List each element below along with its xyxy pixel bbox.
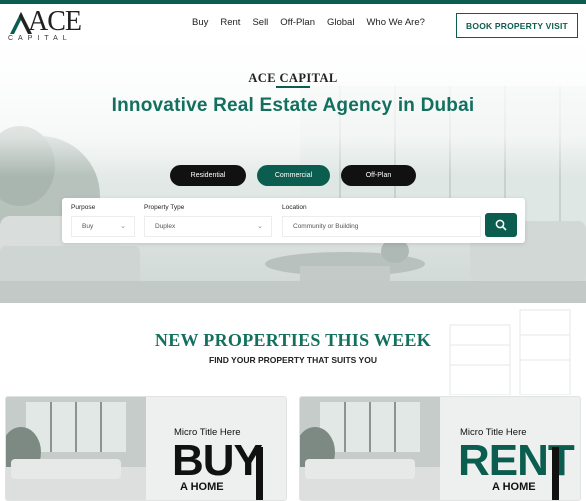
purpose-label: Purpose [71,204,96,211]
book-property-visit-button[interactable]: BOOK PROPERTY VISIT [456,13,578,38]
chevron-down-icon: ⌄ [120,223,126,230]
hero-title-underline [276,86,310,88]
buy-home-card[interactable]: Micro Title Here BUY A HOME [5,396,287,501]
nav-sell[interactable]: Sell [252,17,268,28]
location-label: Location [282,204,307,211]
card-interior-image [300,397,440,500]
rent-home-card[interactable]: Micro Title Here RENT A HOME [299,396,581,501]
logo-word: ACE [28,6,82,37]
chevron-down-icon: ⌄ [257,223,263,230]
logo-subtext: CAPITAL [8,35,72,42]
card-accent-bar [256,447,263,500]
property-search-form: Purpose Buy ⌄ Property Type Duplex ⌄ Loc… [62,198,525,243]
card-home-text: A HOME [180,481,224,493]
nav-rent[interactable]: Rent [220,17,240,28]
logo[interactable]: ACE CAPITAL [8,7,82,45]
tab-residential[interactable]: Residential [170,165,246,186]
nav-buy[interactable]: Buy [192,17,208,28]
section-subtitle: FIND YOUR PROPERTY THAT SUITS YOU [209,355,377,365]
main-nav: Buy Rent Sell Off-Plan Global Who We Are… [192,17,437,28]
hero-headline: Innovative Real Estate Agency in Dubai [111,95,475,116]
location-placeholder: Community or Building [293,223,359,230]
property-type-value: Duplex [155,223,176,230]
location-input[interactable]: Community or Building [282,216,481,237]
card-home-text: A HOME [492,481,536,493]
tab-off-plan[interactable]: Off-Plan [341,165,416,186]
property-category-tabs: Residential Commercial Off-Plan [170,165,416,186]
section-title: NEW PROPERTIES THIS WEEK [154,330,432,350]
site-header: ACE CAPITAL Buy Rent Sell Off-Plan Globa… [0,4,586,46]
hero-section: ACE CAPITAL Innovative Real Estate Agenc… [0,46,586,303]
card-accent-bar [552,447,559,500]
nav-who-we-are[interactable]: Who We Are? [366,17,424,28]
nav-off-plan[interactable]: Off-Plan [280,17,315,28]
search-button[interactable] [485,213,517,237]
tab-commercial[interactable]: Commercial [257,165,330,186]
search-icon [495,219,507,231]
hero-brand-title: ACE CAPITAL [248,71,338,85]
purpose-select[interactable]: Buy ⌄ [71,216,135,237]
card-big-word: BUY [172,436,263,485]
purpose-value: Buy [82,223,94,230]
property-type-select[interactable]: Duplex ⌄ [144,216,272,237]
nav-global[interactable]: Global [327,17,354,28]
property-type-label: Property Type [144,204,185,211]
card-interior-image [6,397,146,500]
